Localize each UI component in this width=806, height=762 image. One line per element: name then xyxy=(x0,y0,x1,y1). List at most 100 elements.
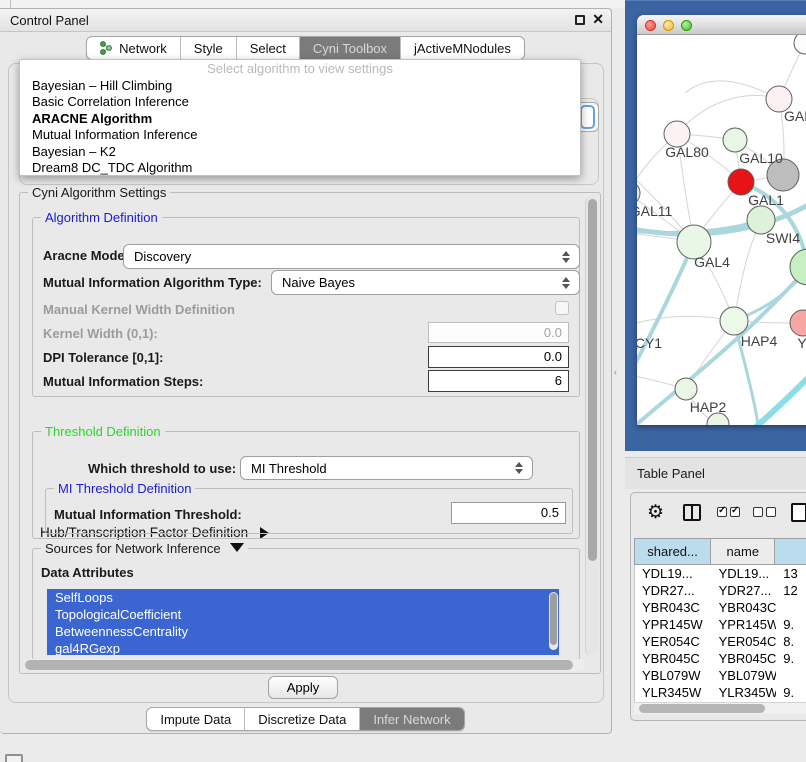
select-all-checkboxes-icon[interactable] xyxy=(717,507,740,517)
close-icon[interactable]: ✕ xyxy=(592,11,604,28)
algorithm-option[interactable]: Bayesian – K2 xyxy=(20,144,580,160)
network-window[interactable]: GALGAL80GAL10GAL1GAL11SWI4GAL4GCY1HAP4YH… xyxy=(637,15,806,425)
window-zoom-icon[interactable] xyxy=(681,20,692,31)
manual-kernel-checkbox[interactable] xyxy=(555,301,569,315)
network-node[interactable] xyxy=(790,249,806,285)
tab-jactivemnodules[interactable]: jActiveMNodules xyxy=(400,37,524,59)
control-panel-title: Control Panel xyxy=(10,13,89,28)
network-window-titlebar[interactable] xyxy=(637,15,806,35)
table-row[interactable]: YLR345WYLR345W9. xyxy=(635,684,806,701)
tab-style[interactable]: Style xyxy=(180,37,236,59)
table-cell[interactable]: YBL079W xyxy=(635,667,712,684)
network-node[interactable] xyxy=(794,35,806,54)
table-row[interactable]: YBR045CYBR045C9. xyxy=(635,650,806,667)
table-horizontal-scrollbar[interactable] xyxy=(634,702,806,714)
table-cell[interactable]: YPR145W xyxy=(635,616,712,633)
table-cell[interactable]: YER054C xyxy=(712,633,777,650)
table-row[interactable]: YER054CYER054C8. xyxy=(635,633,806,650)
algorithm-definition-legend: Algorithm Definition xyxy=(41,210,162,225)
algorithm-option[interactable]: Dream8 DC_TDC Algorithm xyxy=(20,160,580,176)
tab-label: jActiveMNodules xyxy=(414,41,511,56)
table-cell[interactable]: 12 xyxy=(776,582,806,599)
panel-resize-grip[interactable]: ‹ xyxy=(614,367,621,377)
table-cell[interactable]: 8. xyxy=(776,633,806,650)
table-cell[interactable]: YDR27... xyxy=(635,582,712,599)
table-cell[interactable]: YBR043C xyxy=(712,599,777,616)
dpi-tolerance-field[interactable]: 0.0 xyxy=(428,346,569,368)
sources-legend[interactable]: Sources for Network Inference xyxy=(41,541,248,556)
table-cell[interactable]: YLR345W xyxy=(635,684,712,701)
sources-group: Sources for Network Inference Data Attri… xyxy=(32,548,580,660)
table-hscroll-thumb[interactable] xyxy=(639,704,765,713)
table-cell[interactable]: YBR043C xyxy=(635,599,712,616)
table-cell[interactable]: YBR045C xyxy=(635,650,712,667)
apply-button[interactable]: Apply xyxy=(268,676,338,699)
settings-hscroll-thumb[interactable] xyxy=(25,660,573,670)
table-row[interactable]: YDR27...YDR27...12 xyxy=(635,582,806,599)
tab-select[interactable]: Select xyxy=(236,37,299,59)
tab-impute-data[interactable]: Impute Data xyxy=(147,708,244,730)
network-node[interactable] xyxy=(790,310,806,336)
document-icon[interactable] xyxy=(791,503,806,522)
threshold-definition-group: Threshold Definition Which threshold to … xyxy=(32,431,580,539)
table-row[interactable]: YDL19...YDL19...13 xyxy=(635,565,806,582)
data-attribute-item[interactable]: TopologicalCoefficient xyxy=(47,606,559,623)
mi-type-label: Mutual Information Algorithm Type: xyxy=(43,275,262,290)
mi-type-combobox[interactable]: Naive Bayes xyxy=(271,270,580,295)
table-row[interactable]: YPR145WYPR145W9. xyxy=(635,616,806,633)
mi-steps-field[interactable]: 6 xyxy=(428,370,569,392)
algorithm-option[interactable]: Bayesian – Hill Climbing xyxy=(20,78,580,94)
which-threshold-combobox[interactable]: MI Threshold xyxy=(240,456,533,480)
algorithm-option[interactable]: Mutual Information Inference xyxy=(20,127,580,143)
settings-vscroll-thumb[interactable] xyxy=(588,199,597,561)
mi-threshold-field[interactable]: 0.5 xyxy=(451,502,566,524)
table-cell[interactable]: YER054C xyxy=(635,633,712,650)
kernel-width-field[interactable]: 0.0 xyxy=(428,322,569,343)
table-cell[interactable]: 9. xyxy=(776,650,806,667)
table-column-header[interactable]: name xyxy=(711,539,775,564)
table-cell[interactable]: 9. xyxy=(776,616,806,633)
tab-infer-network[interactable]: Infer Network xyxy=(359,708,463,730)
data-attribute-item[interactable]: gal4RGexp xyxy=(47,640,559,655)
table-cell[interactable]: YDL19... xyxy=(712,565,777,582)
network-node[interactable] xyxy=(723,128,747,152)
float-window-icon[interactable] xyxy=(575,15,585,25)
settings-horizontal-scrollbar[interactable] xyxy=(23,659,585,671)
table-cell[interactable]: YBL079W xyxy=(712,667,777,684)
attributes-scrollbar-thumb[interactable] xyxy=(550,593,557,645)
deselect-all-checkboxes-icon[interactable] xyxy=(753,507,776,517)
tab-discretize-data[interactable]: Discretize Data xyxy=(244,708,359,730)
table-column-header[interactable] xyxy=(775,539,806,564)
tab-cyni-toolbox[interactable]: Cyni Toolbox xyxy=(299,37,400,59)
table-cell[interactable]: YPR145W xyxy=(712,616,777,633)
settings-vertical-scrollbar[interactable] xyxy=(585,197,598,655)
data-attribute-item[interactable]: BetweennessCentrality xyxy=(47,623,559,640)
table-cell[interactable]: YDL19... xyxy=(635,565,712,582)
network-node[interactable] xyxy=(720,307,748,335)
table-row[interactable]: YBR043CYBR043C xyxy=(635,599,806,616)
aracne-mode-combobox[interactable]: Discovery xyxy=(123,244,580,269)
network-node[interactable] xyxy=(675,378,697,400)
tab-network[interactable]: Network xyxy=(87,37,180,59)
window-close-icon[interactable] xyxy=(645,20,656,31)
gear-icon[interactable]: ⚙ xyxy=(647,502,664,524)
table-column-header[interactable]: shared... xyxy=(635,539,711,564)
split-view-icon[interactable] xyxy=(683,504,701,521)
network-graph-canvas[interactable]: GALGAL80GAL10GAL1GAL11SWI4GAL4GCY1HAP4YH… xyxy=(637,35,806,425)
table-cell[interactable]: 13 xyxy=(776,565,806,582)
data-attribute-item[interactable]: SelfLoops xyxy=(47,589,559,606)
bottom-left-partial-icon[interactable] xyxy=(5,754,23,762)
table-cell[interactable]: YDR27... xyxy=(712,582,777,599)
algorithm-option[interactable]: Basic Correlation Inference xyxy=(20,94,580,110)
table-cell[interactable]: YLR345W xyxy=(712,684,777,701)
attributes-scrollbar[interactable] xyxy=(549,592,558,650)
table-row[interactable]: YBL079WYBL079W xyxy=(635,667,806,684)
mi-threshold-definition-legend: MI Threshold Definition xyxy=(54,481,195,496)
window-minimize-icon[interactable] xyxy=(663,20,674,31)
table-cell[interactable] xyxy=(776,599,806,616)
table-cell[interactable]: 9. xyxy=(776,684,806,701)
table-cell[interactable] xyxy=(776,667,806,684)
algorithm-option[interactable]: ARACNE Algorithm xyxy=(20,111,580,127)
cyni-algorithm-settings-group: Cyni Algorithm Settings Algorithm Defini… xyxy=(19,192,601,674)
table-cell[interactable]: YBR045C xyxy=(712,650,777,667)
